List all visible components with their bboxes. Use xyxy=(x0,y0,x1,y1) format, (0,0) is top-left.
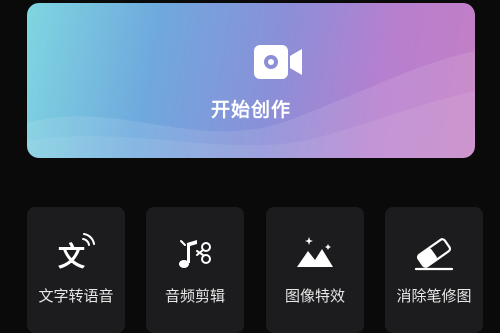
tool-label: 音频剪辑 xyxy=(164,287,225,305)
start-creation-banner[interactable]: 开始创作 xyxy=(27,3,475,158)
tool-label: 消除笔修图 xyxy=(396,287,472,305)
banner-wave-decoration xyxy=(27,51,475,158)
tool-grid: 文 文字转语音 音频剪辑 图像特效 消除笔修图 xyxy=(0,207,500,333)
audio-cut-icon xyxy=(179,240,211,268)
tool-label: 图像特效 xyxy=(284,287,345,305)
eraser-icon xyxy=(414,238,454,271)
start-creation-label: 开始创作 xyxy=(210,99,291,121)
text-to-speech-icon: 文 xyxy=(58,233,95,273)
tool-eraser-retouch[interactable]: 消除笔修图 xyxy=(385,207,483,333)
tool-image-effects[interactable]: 图像特效 xyxy=(266,207,364,333)
svg-text:文: 文 xyxy=(58,241,86,273)
tool-audio-cut[interactable]: 音频剪辑 xyxy=(146,207,244,333)
tool-text-to-speech[interactable]: 文 文字转语音 xyxy=(27,207,125,333)
video-camera-icon xyxy=(254,45,302,79)
image-effects-icon xyxy=(297,237,333,267)
tool-label: 文字转语音 xyxy=(38,287,114,305)
